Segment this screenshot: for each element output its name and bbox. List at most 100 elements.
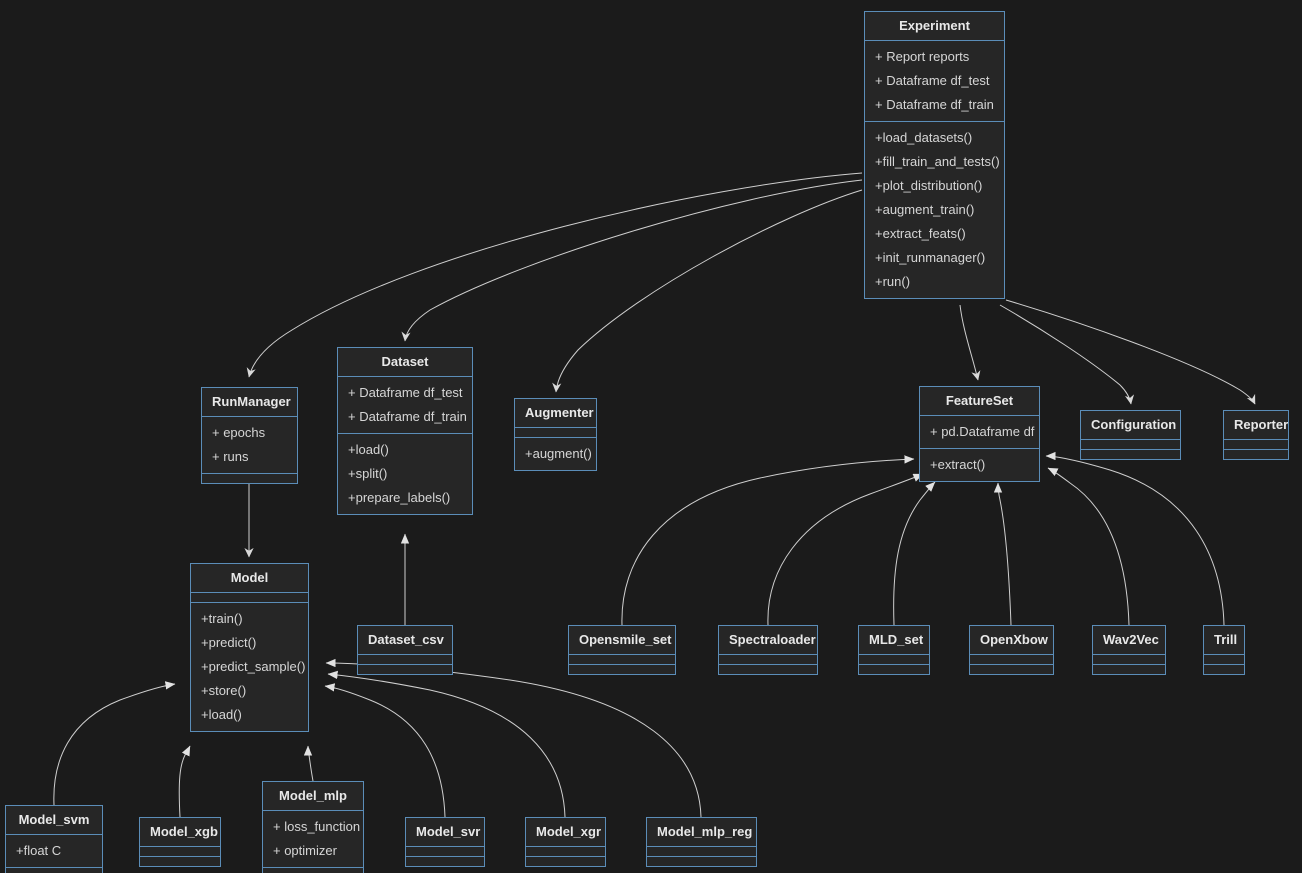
uml-class-augmenter[interactable]: Augmenter +augment() [514,398,597,471]
class-title-augmenter: Augmenter [525,405,594,420]
class-methods-configuration [1081,450,1180,459]
uml-class-model_xgb[interactable]: Model_xgb [139,817,221,867]
class-attribute: + optimizer [273,843,337,858]
class-method: +extract() [930,457,986,472]
class-attributes-model_mlp_reg [647,847,756,856]
class-methods-reporter [1224,450,1288,459]
class-title-dataset_csv: Dataset_csv [368,632,444,647]
uml-class-model[interactable]: Model +train() +predict() +predict_sample()… [190,563,309,732]
class-method: +predict_sample() [201,659,306,674]
uml-class-mld_set[interactable]: MLD_set [858,625,930,675]
uml-class-model_svm[interactable]: Model_svm +float C [5,805,103,873]
uml-class-spectraloader[interactable]: Spectraloader [718,625,818,675]
class-methods-opensmile_set [569,665,675,674]
class-title-model_xgr: Model_xgr [536,824,602,839]
class-attributes-wav2vec [1093,655,1165,664]
uml-class-model_mlp[interactable]: Model_mlp + loss_function + optimizer [262,781,364,873]
class-method: +predict() [201,635,257,650]
class-title-experiment: Experiment [899,18,970,33]
class-methods-experiment: +load_datasets() +fill_train_and_tests() +… [865,122,1004,298]
uml-class-wav2vec[interactable]: Wav2Vec [1092,625,1166,675]
uml-class-featureset[interactable]: FeatureSet + pd.Dataframe df +extract() [919,386,1040,482]
class-title-featureset: FeatureSet [945,393,1014,408]
class-methods-model: +train() +predict() +predict_sample() +stor… [191,603,308,731]
class-method: +extract_feats() [875,226,966,241]
class-methods-mld_set [859,665,929,674]
class-method: +prepare_labels() [348,490,451,505]
class-attribute: + Dataframe df_train [348,409,467,424]
class-methods-spectraloader [719,665,817,674]
edge-spectraloader-to-featureset [767,473,924,626]
uml-class-dataset_csv[interactable]: Dataset_csv [357,625,453,675]
class-method: +init_runmanager() [875,250,986,265]
class-methods-runmanager [202,474,297,483]
class-method: +run() [875,274,911,289]
class-attributes-featureset: + pd.Dataframe df [920,416,1039,448]
class-method: +load() [201,707,242,722]
edge-experiment-to-reporter [1005,299,1256,405]
class-methods-model_xgr [526,857,605,866]
class-attributes-model_svm: +float C [6,835,102,867]
class-title-reporter: Reporter [1234,417,1289,432]
uml-class-model_xgr[interactable]: Model_xgr [525,817,606,867]
edge-model_mlp-to-model [303,745,314,782]
class-attributes-model_svr [406,847,484,856]
uml-class-runmanager[interactable]: RunManager + epochs + runs [201,387,298,484]
class-title-model: Model [230,570,269,585]
class-attributes-model [191,593,308,602]
class-attribute: + Report reports [875,49,970,64]
uml-class-trill[interactable]: Trill [1203,625,1245,675]
class-attribute: + pd.Dataframe df [930,424,1035,439]
class-title-model_mlp_reg: Model_mlp_reg [657,824,753,839]
uml-class-experiment[interactable]: Experiment + Report reports + Dataframe df… [864,11,1005,299]
edge-experiment-to-augmenter [552,189,863,393]
edge-experiment-to-featureset [959,304,981,381]
class-title-model_svm: Model_svm [18,812,90,827]
class-attributes-reporter [1224,440,1288,449]
class-attributes-opensmile_set [569,655,675,664]
uml-class-opensmile_set[interactable]: Opensmile_set [568,625,676,675]
edge-trill-to-featureset [1045,451,1225,626]
uml-class-openxbow[interactable]: OpenXbow [969,625,1054,675]
class-method: +augment() [525,446,592,461]
class-title-configuration: Configuration [1091,417,1177,432]
uml-class-model_svr[interactable]: Model_svr [405,817,485,867]
class-methods-dataset_csv [358,665,452,674]
class-attributes-trill [1204,655,1244,664]
class-title-wav2vec: Wav2Vec [1103,632,1159,647]
class-attributes-spectraloader [719,655,817,664]
class-attributes-configuration [1081,440,1180,449]
class-attributes-openxbow [970,655,1053,664]
class-title-model_mlp: Model_mlp [279,788,347,803]
class-methods-model_xgb [140,857,220,866]
class-attribute: +float C [16,843,62,858]
class-method: +plot_distribution() [875,178,983,193]
class-attribute: + Dataframe df_train [875,97,994,112]
uml-class-model_mlp_reg[interactable]: Model_mlp_reg [646,817,757,867]
edge-openxbow-to-featureset [993,482,1012,626]
edge-model_svm-to-model [53,681,176,806]
uml-class-dataset[interactable]: Dataset + Dataframe df_test + Dataframe df… [337,347,473,515]
class-methods-model_svm [6,868,102,873]
class-attribute: + Dataframe df_test [348,385,463,400]
class-attribute: + epochs [212,425,266,440]
class-attributes-experiment: + Report reports + Dataframe df_test + Dat… [865,41,1004,121]
class-methods-augmenter: +augment() [515,438,596,470]
class-attributes-mld_set [859,655,929,664]
uml-class-reporter[interactable]: Reporter [1223,410,1289,460]
class-methods-trill [1204,665,1244,674]
class-method: +split() [348,466,388,481]
class-methods-model_mlp [263,868,363,873]
uml-class-configuration[interactable]: Configuration [1080,410,1181,460]
class-attributes-augmenter [515,428,596,437]
class-methods-dataset: +load() +split() +prepare_labels() [338,434,472,514]
class-attributes-model_mlp: + loss_function + optimizer [263,811,363,867]
class-attribute: + loss_function [273,819,361,834]
class-method: +load() [348,442,389,457]
class-attributes-dataset: + Dataframe df_test + Dataframe df_train [338,377,472,433]
class-attributes-model_xgb [140,847,220,856]
class-attributes-dataset_csv [358,655,452,664]
class-title-mld_set: MLD_set [869,632,924,647]
class-title-model_svr: Model_svr [416,824,481,839]
class-methods-featureset: +extract() [920,449,1039,481]
